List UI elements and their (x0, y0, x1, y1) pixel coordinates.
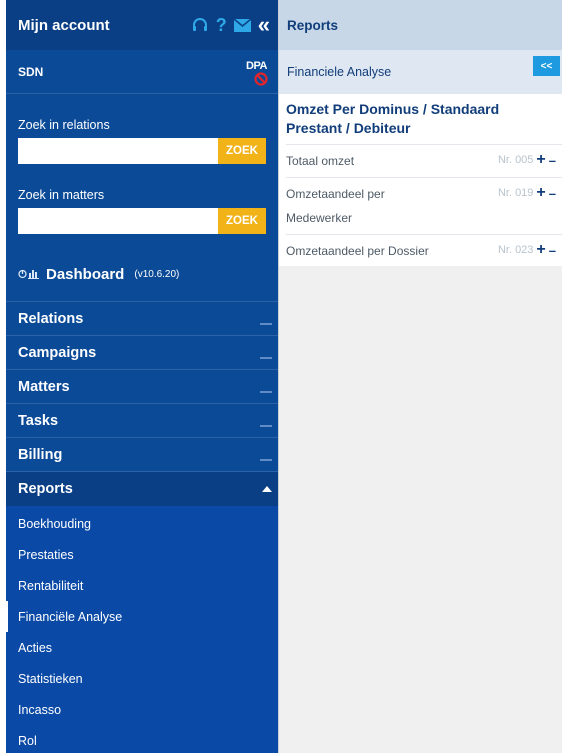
report-group-title: Omzet Per Dominus / Standaard Prestant /… (286, 101, 500, 136)
menu-label: Reports (18, 481, 73, 497)
expand-icon (260, 390, 272, 393)
menu-billing[interactable]: Billing (6, 438, 278, 472)
report-name[interactable]: Omzetaandeel per Medewerker (286, 182, 436, 230)
add-icon[interactable]: + (536, 242, 545, 258)
menu-tasks[interactable]: Tasks (6, 404, 278, 438)
submenu-item-statistieken[interactable]: Statistieken (6, 663, 278, 694)
submenu-item-acties[interactable]: Acties (6, 632, 278, 663)
search-matters-input[interactable] (18, 208, 218, 234)
dpa-status[interactable]: DPA (246, 58, 270, 86)
mail-icon[interactable] (233, 18, 251, 32)
header-icons: ? « (191, 14, 270, 36)
menu-label: Tasks (18, 412, 59, 429)
app-version: (v10.6.20) (134, 269, 180, 280)
menu-label: Billing (18, 446, 63, 463)
section-title: Financiele Analyse (287, 65, 392, 79)
collapse-caret-icon (262, 486, 272, 492)
submenu-item-incasso[interactable]: Incasso (6, 694, 278, 725)
submenu-item-boekhouding[interactable]: Boekhouding (6, 508, 278, 539)
organization-row: SDN DPA (6, 50, 278, 94)
menu-matters[interactable]: Matters (6, 370, 278, 404)
search-matters-button[interactable]: ZOEK (218, 208, 266, 234)
search-relations-button[interactable]: ZOEK (218, 138, 266, 164)
organization-name: SDN (18, 64, 44, 79)
menu-reports[interactable]: Reports (6, 472, 278, 506)
account-title[interactable]: Mijn account (18, 17, 110, 34)
main-panel: Reports Financiele Analyse << Omzet Per … (278, 0, 562, 753)
ban-icon (254, 71, 268, 86)
dashboard-icon (18, 268, 40, 282)
remove-icon[interactable]: – (549, 154, 556, 167)
menu-relations[interactable]: Relations (6, 302, 278, 336)
list-item: Totaal omzet Nr. 005 + – (286, 144, 562, 177)
search-relations-label: Zoek in relations (18, 118, 110, 132)
remove-icon[interactable]: – (549, 187, 556, 200)
search-matters: Zoek in matters ZOEK (6, 188, 278, 234)
submenu-item-prestaties[interactable]: Prestaties (6, 539, 278, 570)
breadcrumb: Financiele Analyse << (279, 50, 562, 94)
report-list: Totaal omzet Nr. 005 + – Omzetaandeel pe… (286, 144, 562, 267)
report-name[interactable]: Omzetaandeel per Dossier (286, 239, 466, 263)
list-item: Omzetaandeel per Medewerker Nr. 019 + – (286, 177, 562, 234)
add-icon[interactable]: + (536, 152, 545, 168)
submenu-item-rentabiliteit[interactable]: Rentabiliteit (6, 570, 278, 601)
search-relations: Zoek in relations ZOEK (6, 118, 278, 164)
menu-label: Relations (18, 310, 84, 327)
sidebar: Mijn account ? « SDN DPA Zoek in relatio… (6, 0, 278, 753)
page-title: Reports (279, 0, 562, 50)
expand-icon (260, 424, 272, 427)
collapse-panel-button[interactable]: << (533, 56, 560, 76)
submenu-item-financiele-analyse[interactable]: Financiële Analyse (6, 601, 278, 632)
search-relations-input[interactable] (18, 138, 218, 164)
report-number: Nr. 019 (497, 187, 534, 199)
list-item: Omzetaandeel per Dossier Nr. 023 + – (286, 234, 562, 267)
headset-icon[interactable] (191, 16, 209, 34)
report-group: Omzet Per Dominus / Standaard Prestant /… (279, 94, 562, 266)
expand-icon (260, 322, 272, 325)
reports-submenu: Boekhouding Prestaties Rentabiliteit Fin… (6, 506, 278, 753)
menu-campaigns[interactable]: Campaigns (6, 336, 278, 370)
dashboard-link[interactable]: Dashboard (v10.6.20) (6, 248, 278, 302)
remove-icon[interactable]: – (549, 244, 556, 257)
help-icon[interactable]: ? (216, 16, 227, 34)
menu-label: Matters (18, 378, 70, 395)
expand-icon (260, 356, 272, 359)
add-icon[interactable]: + (536, 185, 545, 201)
dashboard-label: Dashboard (46, 266, 125, 283)
expand-icon (260, 458, 272, 461)
dpa-label: DPA (246, 59, 267, 72)
submenu-item-rol[interactable]: Rol (6, 725, 278, 753)
report-name[interactable]: Totaal omzet (286, 149, 436, 173)
menu-label: Campaigns (18, 344, 97, 361)
report-number: Nr. 023 (497, 244, 534, 256)
sidebar-header: Mijn account ? « (6, 0, 278, 50)
report-number: Nr. 005 (497, 154, 534, 166)
search-matters-label: Zoek in matters (18, 188, 105, 202)
collapse-icon[interactable]: « (258, 14, 270, 36)
